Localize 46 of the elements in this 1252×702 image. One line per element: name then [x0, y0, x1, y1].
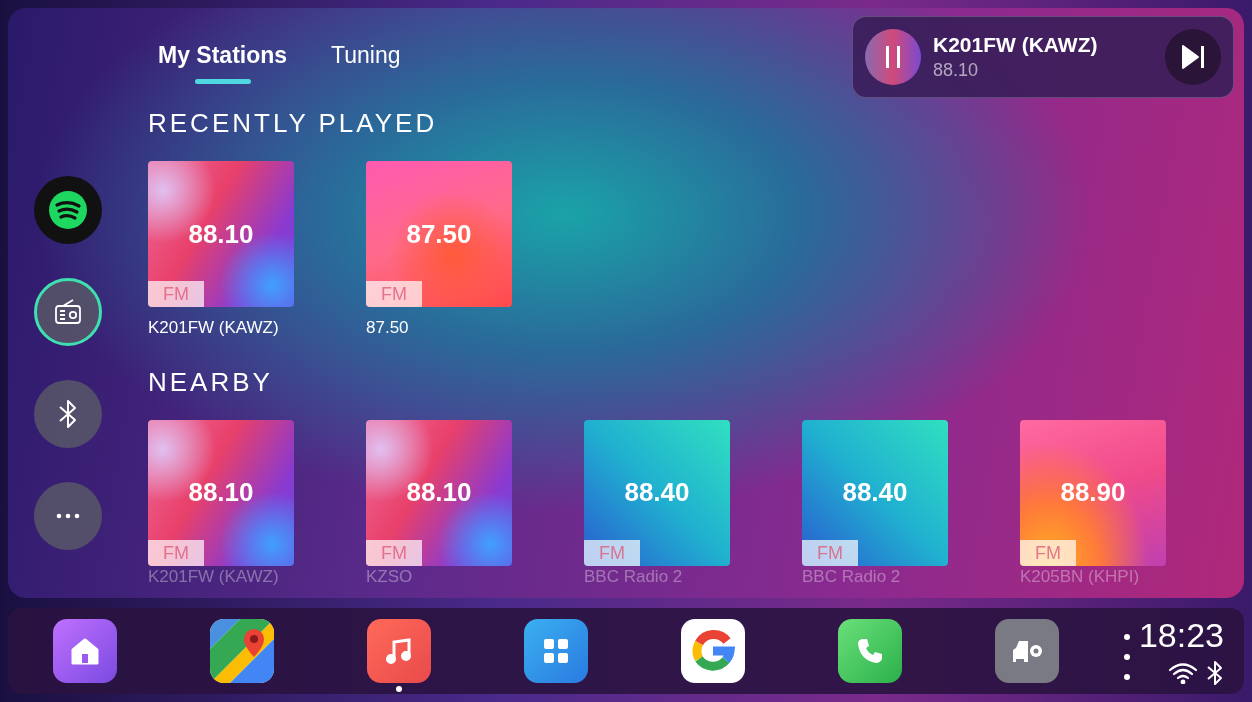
station-name: BBC Radio 2 — [802, 567, 902, 586]
phone-app-button[interactable] — [838, 618, 902, 683]
station-tile[interactable]: 88.10 FM — [366, 419, 512, 566]
home-app-button[interactable] — [53, 618, 117, 683]
pause-button[interactable] — [865, 29, 921, 85]
station-tile[interactable]: 88.40 FM — [802, 419, 948, 566]
more-vertical-icon[interactable] — [1122, 633, 1131, 683]
band-label: FM — [1020, 539, 1076, 566]
pause-icon — [883, 44, 903, 70]
bluetooth-icon — [1206, 660, 1224, 686]
station-frequency: 88.10 — [933, 59, 980, 82]
section-heading: NEARBY — [147, 365, 274, 399]
station-tile[interactable]: 88.10 FM — [148, 161, 294, 307]
tab[interactable]: My Stations — [158, 38, 288, 84]
tab[interactable]: Tuning — [331, 38, 401, 84]
station-name: KZSO — [366, 567, 414, 586]
section-heading: RECENTLY PLAYED — [147, 107, 439, 140]
station-name: K201FW (KAWZ) — [148, 567, 280, 586]
wifi-icon — [1168, 662, 1198, 684]
station-name: BBC Radio 2 — [584, 567, 684, 586]
station-name: 87.50 — [366, 317, 410, 339]
band-label: FM — [148, 281, 204, 307]
radio-icon — [53, 297, 83, 327]
more-icon — [56, 513, 80, 519]
station-tile[interactable]: 88.10 FM — [148, 419, 294, 566]
band-label: FM — [366, 281, 422, 307]
app-grid-button[interactable] — [524, 618, 588, 683]
band-label: FM — [366, 539, 422, 566]
band-label: FM — [584, 539, 640, 566]
skip-next-button[interactable] — [1165, 29, 1221, 85]
station-name: K201FW (KAWZ) — [148, 317, 280, 339]
band-label: FM — [148, 539, 204, 566]
station-name: K205BN (KHPI) — [1020, 567, 1141, 586]
station-tile[interactable]: 87.50 FM — [366, 161, 512, 307]
maps-app-button[interactable] — [210, 618, 274, 683]
band-label: FM — [802, 539, 858, 566]
google-app-button[interactable] — [681, 618, 745, 683]
skip-next-icon — [1180, 44, 1206, 70]
station-title: K201FW (KAWZ) — [933, 32, 1099, 58]
car-settings-button[interactable] — [995, 618, 1059, 683]
music-note-icon — [384, 635, 414, 666]
station-tile[interactable]: 88.40 FM — [584, 419, 730, 566]
station-tile[interactable]: 88.90 FM — [1020, 419, 1166, 566]
clock-time: 18:23 — [1138, 616, 1224, 654]
spotify-logo-icon — [48, 190, 88, 230]
music-app-button[interactable] — [367, 618, 431, 683]
